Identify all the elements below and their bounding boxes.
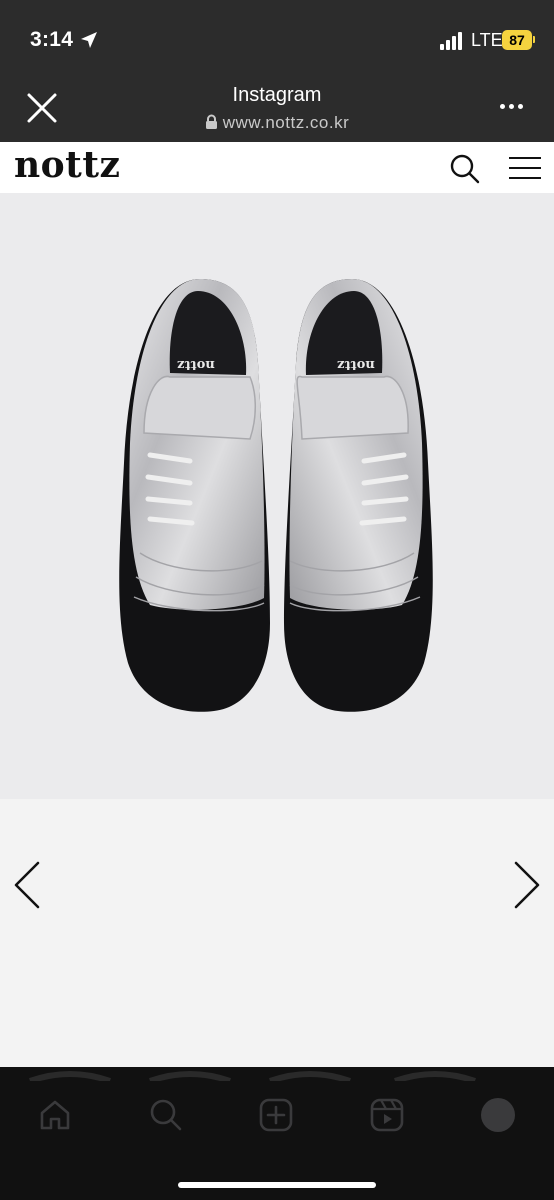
browser-url[interactable]: www.nottz.co.kr xyxy=(0,113,554,133)
shoes-illustration: nottz nottz xyxy=(119,279,433,712)
home-indicator[interactable] xyxy=(178,1182,376,1188)
battery-tip xyxy=(533,36,535,43)
left-insole-label: nottz xyxy=(177,357,215,372)
reels-icon[interactable] xyxy=(369,1097,405,1133)
instagram-tab-bar xyxy=(0,1067,554,1200)
carousel xyxy=(0,799,554,1067)
url-text: www.nottz.co.kr xyxy=(222,113,350,132)
signal-bars-icon xyxy=(440,32,466,50)
hamburger-menu-icon[interactable] xyxy=(509,157,541,179)
battery-icon: 87 xyxy=(502,30,532,50)
left-shoe: nottz xyxy=(119,279,270,712)
search-icon[interactable] xyxy=(148,1097,184,1133)
site-logo[interactable]: nottz xyxy=(14,144,120,186)
in-app-browser-bar: Instagram www.nottz.co.kr xyxy=(0,80,554,142)
browser-title: Instagram xyxy=(232,84,322,106)
lock-icon xyxy=(205,114,217,129)
status-bar: 3:14 LTE 87 xyxy=(0,0,554,80)
search-icon[interactable] xyxy=(450,154,480,184)
more-icon[interactable] xyxy=(498,101,526,111)
chevron-left-icon[interactable] xyxy=(10,859,44,911)
right-shoe: nottz xyxy=(284,279,433,712)
site-header: nottz xyxy=(0,142,554,193)
location-arrow-icon xyxy=(81,32,97,48)
right-insole-label: nottz xyxy=(337,357,375,372)
profile-avatar[interactable] xyxy=(480,1097,516,1133)
clock: 3:14 xyxy=(30,28,74,51)
nav-overlay-edge xyxy=(29,1071,476,1081)
create-icon[interactable] xyxy=(258,1097,294,1133)
chevron-right-icon[interactable] xyxy=(510,859,544,911)
network-type: LTE xyxy=(471,30,503,50)
product-image[interactable]: nottz nottz xyxy=(0,193,554,799)
home-icon[interactable] xyxy=(37,1097,73,1133)
